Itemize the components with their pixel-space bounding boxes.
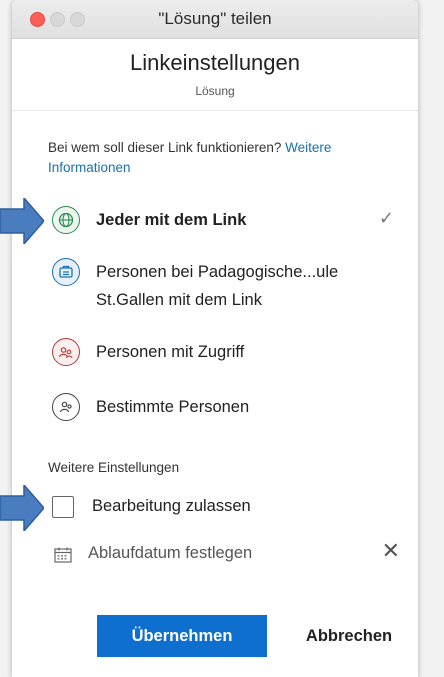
calendar-icon <box>54 547 72 563</box>
pointer-arrow-icon <box>0 198 44 244</box>
option-anyone-with-link[interactable]: Jeder mit dem Link ✓ <box>48 206 398 236</box>
cancel-button[interactable]: Abbrechen <box>294 615 404 657</box>
option-label-line2: St.Gallen mit dem Link <box>96 291 262 309</box>
option-people-with-access[interactable]: Personen mit Zugriff <box>48 338 398 368</box>
intro-question: Bei wem soll dieser Link funktionieren? <box>48 140 282 155</box>
specific-people-icon <box>52 393 80 421</box>
option-label-line1: Personen bei Padagogische...ule <box>96 263 339 281</box>
globe-icon <box>52 206 80 234</box>
option-specific-people[interactable]: Bestimmte Personen <box>48 393 398 423</box>
header-divider <box>12 110 418 111</box>
checkmark-icon: ✓ <box>378 208 394 228</box>
intro-text: Bei wem soll dieser Link funktionieren? … <box>48 138 368 178</box>
allow-edit-checkbox[interactable] <box>52 496 74 518</box>
option-label: Jeder mit dem Link <box>96 211 247 229</box>
title-bar: "Lösung" teilen <box>12 0 418 39</box>
window-title: "Lösung" teilen <box>158 9 272 28</box>
option-label: Personen mit Zugriff <box>96 343 245 361</box>
apply-button[interactable]: Übernehmen <box>97 615 267 657</box>
people-access-icon <box>52 338 80 366</box>
clear-date-icon[interactable]: ✕ <box>382 538 400 564</box>
expiry-date-field[interactable]: Ablaufdatum festlegen <box>88 544 252 563</box>
more-settings-heading: Weitere Einstellungen <box>48 460 180 475</box>
share-dialog-window: "Lösung" teilen Linkeinstellungen Lösung… <box>12 0 418 677</box>
dialog-title: Linkeinstellungen <box>129 50 301 75</box>
pointer-arrow-icon <box>0 485 44 531</box>
option-organization[interactable]: Personen bei Padagogische...ule St.Galle… <box>48 258 398 314</box>
organization-icon <box>52 258 80 286</box>
allow-edit-label[interactable]: Bearbeitung zulassen <box>92 497 251 516</box>
option-label: Bestimmte Personen <box>96 398 250 416</box>
dialog-subtitle: Lösung <box>195 84 235 98</box>
